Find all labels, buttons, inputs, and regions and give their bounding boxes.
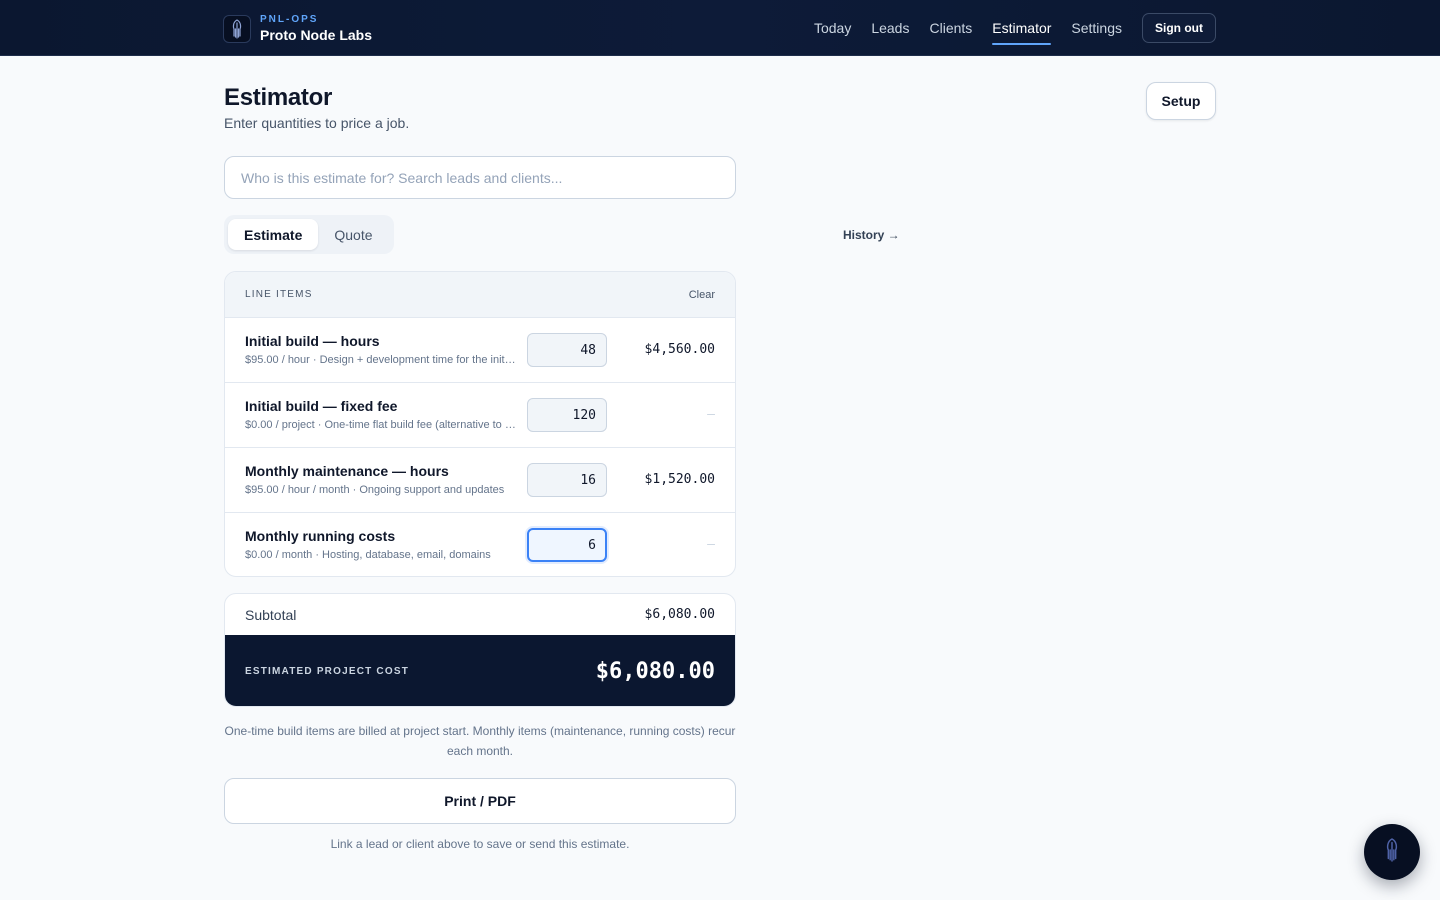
line-item-description: $95.00 / hour / month · Ongoing support … (245, 484, 505, 496)
top-bar: PNL-OPS Proto Node Labs Today Leads Clie… (0, 0, 1440, 56)
brand-tag: PNL-OPS (260, 14, 319, 25)
quantity-input[interactable] (527, 398, 607, 432)
line-item-name: Initial build — hours (245, 333, 380, 349)
line-item-row: Monthly maintenance — hours $95.00 / hou… (225, 448, 735, 513)
estimated-cost-row: ESTIMATED PROJECT COST $6,080.00 (225, 635, 735, 706)
quantity-input[interactable] (527, 333, 607, 367)
totals-card: Subtotal $6,080.00 ESTIMATED PROJECT COS… (224, 593, 736, 707)
line-item-name: Monthly maintenance — hours (245, 463, 449, 479)
line-item-row: Initial build — fixed fee $0.00 / projec… (225, 383, 735, 448)
nav-clients[interactable]: Clients (929, 0, 972, 56)
line-item-name: Initial build — fixed fee (245, 398, 398, 414)
line-items-header: LINE ITEMS Clear (225, 272, 735, 318)
assistant-fab-button[interactable] (1364, 824, 1420, 880)
line-item-description: $0.00 / month · Hosting, database, email… (245, 549, 491, 561)
setup-button[interactable]: Setup (1146, 82, 1216, 120)
link-note: Link a lead or client above to save or s… (330, 837, 630, 851)
mode-tabs: Estimate Quote (224, 215, 394, 254)
line-item-description: $0.00 / project · One-time flat build fe… (245, 419, 517, 431)
line-item-total: $1,520.00 (644, 472, 715, 487)
main-nav: Today Leads Clients Estimator Settings S… (814, 0, 1216, 56)
tab-quote[interactable]: Quote (318, 219, 388, 250)
squid-logo-icon (223, 15, 251, 43)
nav-estimator[interactable]: Estimator (992, 0, 1052, 56)
history-link[interactable]: History → (843, 228, 900, 242)
page-subtitle: Enter quantities to price a job. (224, 115, 410, 131)
brand-name: Proto Node Labs (260, 27, 373, 43)
nav-leads[interactable]: Leads (871, 0, 909, 56)
squid-logo-icon (1381, 837, 1403, 868)
line-items-card: LINE ITEMS Clear Initial build — hours $… (224, 271, 736, 577)
estimated-cost-value: $6,080.00 (595, 659, 715, 684)
line-item-total: $4,560.00 (644, 342, 715, 357)
subtotal-value: $6,080.00 (644, 607, 715, 622)
tab-estimate[interactable]: Estimate (228, 219, 319, 250)
line-item-description: $95.00 / hour · Design + development tim… (245, 354, 517, 366)
subtotal-label: Subtotal (245, 606, 297, 623)
line-items-title: LINE ITEMS (245, 289, 313, 300)
quantity-input[interactable] (527, 528, 607, 562)
line-item-total: — (707, 537, 715, 552)
clear-button[interactable]: Clear (689, 289, 715, 301)
page-title: Estimator (224, 84, 332, 111)
subtotal-row: Subtotal $6,080.00 (225, 594, 735, 635)
nav-today[interactable]: Today (814, 0, 851, 56)
line-item-row: Monthly running costs $0.00 / month · Ho… (225, 513, 735, 576)
quantity-input[interactable] (527, 463, 607, 497)
sign-out-button[interactable]: Sign out (1142, 13, 1216, 43)
line-item-row: Initial build — hours $95.00 / hour · De… (225, 318, 735, 383)
customer-search-input[interactable] (224, 156, 736, 199)
brand[interactable]: PNL-OPS Proto Node Labs (223, 14, 372, 44)
line-item-name: Monthly running costs (245, 528, 396, 544)
nav-settings[interactable]: Settings (1071, 0, 1122, 56)
billing-note: One-time build items are billed at proje… (224, 724, 736, 758)
print-pdf-button[interactable]: Print / PDF (224, 778, 736, 824)
line-item-total: — (707, 407, 715, 422)
estimated-cost-label: ESTIMATED PROJECT COST (245, 666, 410, 677)
